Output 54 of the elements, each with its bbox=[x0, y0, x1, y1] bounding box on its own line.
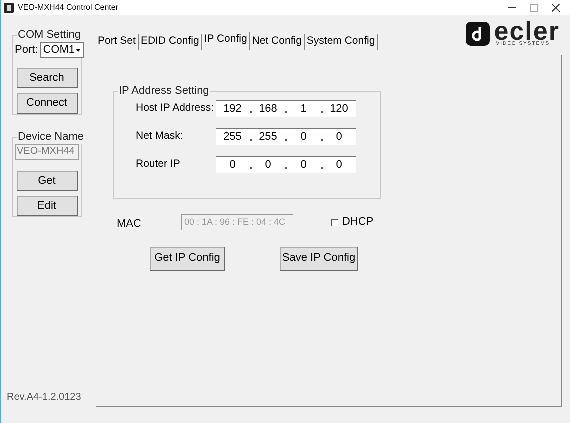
mac-field: 00 : 1A : 96 : FE : 04 : 4C bbox=[181, 214, 294, 230]
dot-separator-icon bbox=[250, 111, 252, 113]
octet-value: 0 bbox=[228, 158, 237, 173]
logo-name: ecler bbox=[494, 20, 560, 42]
tab[interactable]: Net Config bbox=[250, 34, 305, 50]
dot-separator-icon bbox=[320, 167, 322, 169]
octet-value: 0 bbox=[335, 130, 344, 145]
octet-value: 0 bbox=[264, 158, 272, 173]
logo-mark-icon bbox=[466, 22, 490, 46]
close-icon[interactable] bbox=[552, 4, 560, 12]
dot-separator-icon bbox=[250, 139, 252, 141]
group-legend: COM Setting bbox=[17, 28, 82, 42]
octet-value: 1 bbox=[300, 102, 308, 117]
octet-value: 0 bbox=[335, 158, 344, 173]
dot-separator-icon bbox=[250, 167, 252, 169]
dot-separator-icon bbox=[285, 139, 287, 141]
device-name-field[interactable]: VEO-MXH44 bbox=[15, 144, 79, 160]
ip-address-field[interactable]: 255 255 0 0 bbox=[216, 128, 356, 145]
group-legend: IP Address Setting bbox=[118, 84, 210, 98]
mac-label: MAC bbox=[117, 217, 142, 232]
octet-value: 120 bbox=[329, 102, 350, 117]
octet-value: 192 bbox=[222, 102, 243, 117]
tab[interactable]: System Config bbox=[304, 34, 378, 50]
dhcp-label: DHCP bbox=[342, 215, 374, 230]
push-button[interactable]: Save IP Config bbox=[280, 246, 358, 270]
group-legend: Device Name bbox=[17, 130, 86, 144]
caret-icon bbox=[76, 48, 82, 52]
tab[interactable]: Port Set bbox=[96, 34, 139, 50]
octet-value: 0 bbox=[300, 158, 308, 173]
field-label: Net Mask: bbox=[136, 128, 184, 144]
dot-separator-icon bbox=[285, 167, 287, 169]
octet-value: 0 bbox=[300, 130, 308, 145]
port-dropdown[interactable]: COM1 bbox=[40, 42, 84, 58]
field-label: Host IP Address: bbox=[136, 100, 216, 116]
push-button[interactable]: Edit bbox=[16, 196, 78, 216]
push-button[interactable]: Get IP Config bbox=[150, 246, 225, 270]
ip-address-field[interactable]: 192 168 1 120 bbox=[216, 100, 356, 117]
push-button[interactable]: Connect bbox=[16, 93, 78, 114]
app-icon bbox=[4, 2, 14, 12]
window-title: VEO-MXH44 Control Center bbox=[18, 2, 118, 14]
ip-address-field[interactable]: 0 0 0 0 bbox=[216, 156, 356, 173]
push-button[interactable]: Get bbox=[16, 171, 78, 191]
revision-text: Rev.A4-1.2.0123 bbox=[7, 391, 82, 405]
dot-separator-icon bbox=[285, 111, 287, 113]
dhcp-checkbox[interactable] bbox=[331, 218, 338, 226]
dot-separator-icon bbox=[320, 139, 322, 141]
push-button[interactable]: Search bbox=[16, 68, 78, 88]
field-label: Router IP bbox=[136, 156, 182, 172]
port-label: Port: bbox=[15, 43, 38, 58]
octet-value: 168 bbox=[258, 102, 278, 117]
octet-value: 255 bbox=[222, 130, 243, 145]
octet-value: 255 bbox=[258, 130, 278, 145]
tab[interactable]: IP Config bbox=[202, 32, 250, 50]
dot-separator-icon bbox=[320, 111, 322, 113]
